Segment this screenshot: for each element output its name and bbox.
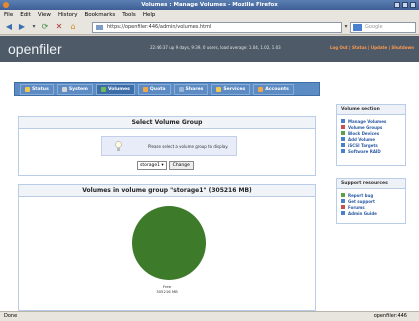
manage-volumes-icon bbox=[341, 119, 345, 123]
maximize-button[interactable] bbox=[402, 2, 408, 8]
volume-group-form: storage1 ▾ Change bbox=[137, 161, 194, 170]
menu-file[interactable]: File bbox=[4, 12, 13, 18]
volumes-icon bbox=[100, 86, 106, 92]
openfiler-logo: openfiler bbox=[8, 41, 62, 57]
tab-volumes[interactable]: Volumes bbox=[95, 83, 135, 95]
system-status-line: 22:46:37 up 9 days, 9:39, 0 users, load … bbox=[150, 45, 281, 50]
tab-system[interactable]: System bbox=[56, 83, 93, 95]
window-titlebar: Volumes : Manage Volumes - Mozilla Firef… bbox=[0, 0, 419, 10]
quota-icon bbox=[142, 86, 148, 92]
tab-services[interactable]: Services bbox=[211, 83, 251, 95]
info-box: Please select a volume group to display. bbox=[101, 136, 237, 156]
status-icon bbox=[25, 86, 30, 92]
support-resources-list: Report bug Get support Forums Admin Guid… bbox=[337, 189, 405, 216]
menu-edit[interactable]: Edit bbox=[20, 12, 31, 18]
back-arrow-icon[interactable]: ◀ bbox=[4, 22, 14, 32]
accounts-icon bbox=[258, 86, 264, 92]
google-search-icon bbox=[353, 24, 362, 31]
volume-group-select[interactable]: storage1 ▾ bbox=[137, 161, 167, 170]
reload-icon[interactable]: ⟳ bbox=[40, 22, 50, 32]
stop-icon[interactable]: ✕ bbox=[54, 22, 64, 32]
volume-section-box: Volume section Manage Volumes Volume Gro… bbox=[336, 104, 406, 166]
window-controls bbox=[394, 2, 416, 8]
status-host: openfiler:446 bbox=[373, 313, 407, 319]
menu-help[interactable]: Help bbox=[143, 12, 156, 18]
search-box[interactable]: Google bbox=[350, 22, 416, 33]
software-raid-icon bbox=[341, 149, 345, 153]
status-text: Done bbox=[4, 313, 18, 319]
services-icon bbox=[216, 86, 222, 92]
sidebar-item-software-raid[interactable]: Software RAID bbox=[337, 148, 405, 154]
iscsi-targets-icon bbox=[341, 143, 345, 147]
change-button[interactable]: Change bbox=[168, 161, 194, 170]
menu-tools[interactable]: Tools bbox=[122, 12, 136, 18]
forward-arrow-icon[interactable]: ▶ bbox=[17, 22, 27, 32]
firefox-icon bbox=[3, 2, 9, 8]
home-icon[interactable]: ⌂ bbox=[68, 22, 78, 32]
add-volume-icon bbox=[341, 137, 345, 141]
volume-section-list: Manage Volumes Volume Groups Block Devic… bbox=[337, 115, 405, 154]
lightbulb-icon bbox=[115, 141, 122, 151]
window-title: Volumes : Manage Volumes - Mozilla Firef… bbox=[141, 2, 278, 8]
select-volume-group-panel: Select Volume Group Please select a volu… bbox=[18, 116, 316, 176]
url-text: https://openfiler:446/admin/volumes.html bbox=[107, 24, 212, 30]
pie-slice-free bbox=[132, 206, 206, 280]
close-button[interactable] bbox=[410, 2, 416, 8]
support-resources-heading: Support resources bbox=[337, 179, 405, 189]
volume-pie-chart bbox=[132, 206, 206, 280]
sidebar-item-admin-guide[interactable]: Admin Guide bbox=[337, 210, 405, 216]
volumes-heading: Volumes in volume group "storage1" (3052… bbox=[19, 185, 315, 197]
info-message: Please select a volume group to display. bbox=[148, 144, 229, 149]
status-bar: Done openfiler:446 bbox=[0, 311, 419, 321]
volumes-panel: Volumes in volume group "storage1" (3052… bbox=[18, 184, 316, 311]
site-favicon-icon bbox=[96, 25, 103, 30]
tab-quota[interactable]: Quota bbox=[137, 83, 171, 95]
menu-history[interactable]: History bbox=[58, 12, 78, 18]
openfiler-header: openfiler 22:46:37 up 9 days, 9:39, 0 us… bbox=[0, 36, 419, 62]
tab-accounts[interactable]: Accounts bbox=[253, 83, 294, 95]
volume-section-heading: Volume section bbox=[337, 105, 405, 115]
history-dropdown-icon[interactable]: ▾ bbox=[29, 22, 39, 32]
forums-icon bbox=[341, 205, 345, 209]
system-icon bbox=[61, 86, 67, 92]
menu-view[interactable]: View bbox=[38, 12, 51, 18]
volume-groups-icon bbox=[341, 125, 345, 129]
get-support-icon bbox=[341, 199, 345, 203]
minimize-button[interactable] bbox=[394, 2, 400, 8]
shares-icon bbox=[178, 86, 184, 92]
select-volume-group-heading: Select Volume Group bbox=[19, 117, 315, 129]
menu-bookmarks[interactable]: Bookmarks bbox=[85, 12, 116, 18]
url-bar[interactable]: https://openfiler:446/admin/volumes.html bbox=[92, 22, 342, 33]
menu-bar: File Edit View History Bookmarks Tools H… bbox=[0, 10, 419, 20]
tab-shares[interactable]: Shares bbox=[173, 83, 209, 95]
admin-guide-icon bbox=[341, 211, 345, 215]
header-links[interactable]: Log Out | Status | Update | Shutdown bbox=[330, 45, 414, 50]
page-content: openfiler 22:46:37 up 9 days, 9:39, 0 us… bbox=[0, 36, 419, 311]
search-placeholder: Google bbox=[365, 24, 383, 30]
main-tabs: Status System Volumes Quota Shares Servi… bbox=[14, 82, 320, 96]
tab-status[interactable]: Status bbox=[20, 83, 54, 95]
pie-label-size: 305216 MB bbox=[156, 289, 178, 294]
block-devices-icon bbox=[341, 131, 345, 135]
support-resources-box: Support resources Report bug Get support… bbox=[336, 178, 406, 224]
report-bug-icon bbox=[341, 193, 345, 197]
navigation-toolbar: ◀ ▶ ▾ ⟳ ✕ ⌂ https://openfiler:446/admin/… bbox=[0, 20, 419, 35]
